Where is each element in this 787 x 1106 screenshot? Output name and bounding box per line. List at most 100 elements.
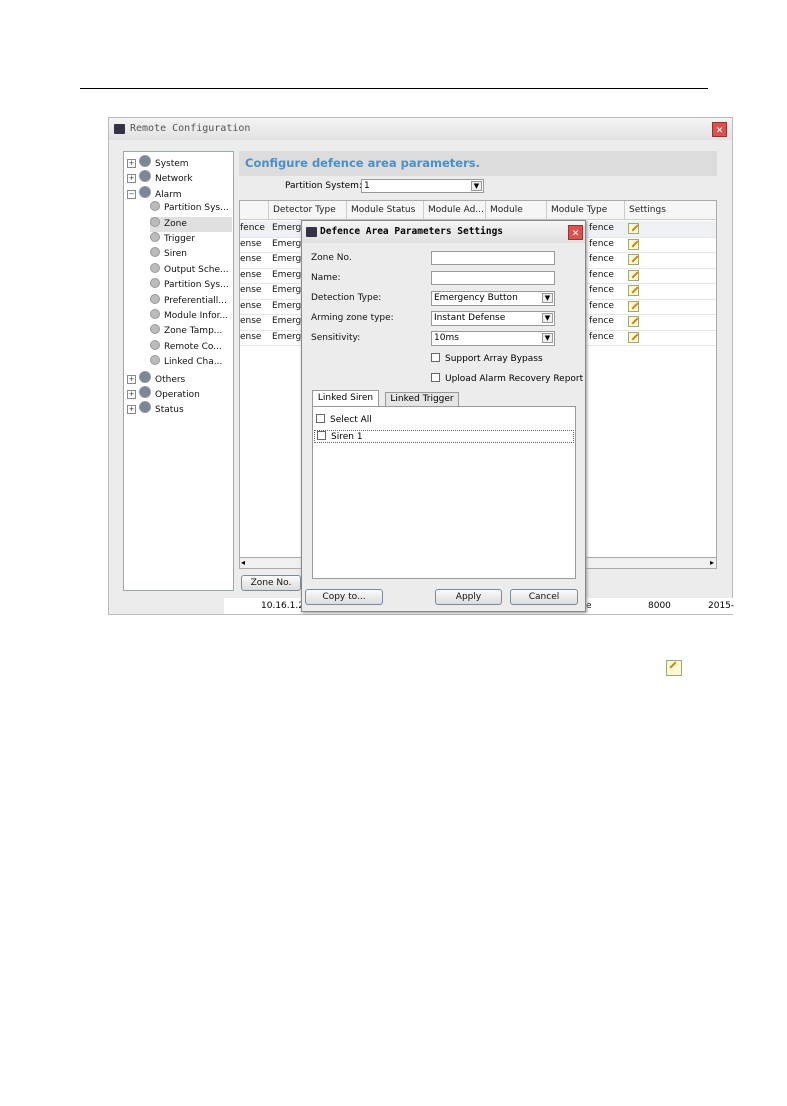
gear-icon	[139, 155, 151, 167]
expander-icon[interactable]: +	[127, 405, 136, 415]
pencil-icon[interactable]	[628, 331, 639, 343]
edit-icon[interactable]	[628, 331, 639, 349]
expander-icon[interactable]: +	[127, 390, 136, 399]
expander-icon[interactable]: +	[127, 374, 136, 384]
tree-item[interactable]: Trigger	[150, 232, 195, 247]
tree-item-label: Preferentiall...	[164, 295, 227, 306]
page-header: Configure defence area parameters.	[239, 151, 717, 176]
list-item[interactable]: Siren 1	[314, 430, 574, 443]
select-all-checkbox[interactable]: Select All	[316, 414, 372, 425]
column-header[interactable]: Detector Type	[269, 201, 347, 220]
detection-type-value: Emergency Button	[434, 293, 518, 303]
pencil-icon[interactable]	[628, 254, 639, 265]
zone-no-button[interactable]: Zone No.	[241, 575, 301, 591]
name-input[interactable]	[431, 271, 555, 285]
pencil-icon[interactable]	[628, 316, 639, 327]
column-header[interactable]: Module Ch...	[486, 201, 547, 234]
chevron-down-icon[interactable]: ▼	[542, 313, 553, 323]
status-port: 8000	[648, 601, 671, 611]
chevron-down-icon[interactable]: ▼	[542, 293, 553, 303]
bypass-label: Support Array Bypass	[445, 354, 543, 364]
tree-item[interactable]: Zone Tamp...	[150, 324, 222, 339]
tree-item-label: Module Infor...	[164, 311, 229, 321]
dialog-close-button[interactable]: ✕	[568, 225, 583, 240]
tab-linked-trigger[interactable]: Linked Trigger	[385, 392, 459, 406]
pencil-icon[interactable]	[628, 238, 639, 250]
partition-select[interactable]: 1 ▼	[361, 179, 484, 193]
sensitivity-value: 10ms	[434, 333, 459, 343]
chevron-down-icon[interactable]: ▼	[471, 181, 482, 191]
column-header[interactable]: Module Ad...	[424, 201, 486, 220]
tree-item[interactable]: Zone	[150, 216, 232, 232]
cell: fence	[589, 223, 614, 233]
tree-item-label: Network	[155, 174, 193, 185]
apply-button[interactable]: Apply	[435, 589, 502, 605]
expander-icon[interactable]: −	[127, 189, 136, 199]
copy-to-button[interactable]: Copy to...	[305, 589, 383, 605]
tree-item[interactable]: + Operation	[127, 386, 200, 401]
tree-item[interactable]: Preferentiall...	[150, 293, 227, 309]
tree-item[interactable]: − Alarm	[127, 185, 181, 201]
tree-item[interactable]: + Status	[127, 401, 184, 416]
column-header[interactable]: Settings	[625, 201, 716, 220]
tree-item-label: Operation	[155, 390, 200, 400]
gear-icon	[150, 216, 160, 227]
sensitivity-select[interactable]: 10ms ▼	[431, 331, 555, 346]
pencil-icon[interactable]	[628, 269, 639, 281]
chevron-down-icon[interactable]: ▼	[542, 333, 553, 343]
gear-icon	[150, 355, 160, 366]
tab-linked-siren[interactable]: Linked Siren	[312, 390, 379, 407]
arming-zone-type-label: Arming zone type:	[311, 313, 394, 323]
pencil-icon[interactable]	[628, 300, 639, 312]
scroll-right-icon[interactable]: ▸	[710, 558, 714, 567]
tree-item-label: Output Sche...	[164, 264, 229, 275]
checkbox-icon[interactable]	[317, 431, 326, 440]
tree-item[interactable]: + Network	[127, 170, 193, 185]
cell: ense	[240, 285, 262, 295]
tree-item[interactable]: Partition Sys...	[150, 201, 229, 216]
checkbox-icon[interactable]	[431, 353, 440, 362]
partition-value: 1	[364, 181, 370, 191]
support-array-bypass-checkbox[interactable]: Support Array Bypass	[431, 353, 543, 364]
dialog-title: Defence Area Parameters Settings	[320, 226, 504, 237]
gear-icon	[150, 201, 160, 212]
window-close-button[interactable]: ✕	[712, 122, 727, 137]
tree-item[interactable]: Remote Co...	[150, 339, 222, 355]
scroll-left-icon[interactable]: ◂	[241, 558, 245, 567]
tree-item-label: Partition Sys...	[164, 203, 229, 214]
column-header[interactable]: Module Type	[547, 201, 625, 220]
tree-item[interactable]: Partition Sys...	[150, 278, 229, 293]
tree-item[interactable]: + Others	[127, 370, 185, 386]
checkbox-icon[interactable]	[431, 373, 440, 382]
zone-no-input[interactable]	[431, 251, 555, 265]
column-header[interactable]: Module Status	[347, 201, 424, 220]
upload-recovery-checkbox[interactable]: Upload Alarm Recovery Report	[431, 373, 583, 384]
app-icon	[306, 227, 317, 237]
status-ip: 10.16.1.2	[261, 601, 304, 611]
config-tree[interactable]: + System + Network − Alarm Partition Sys... Zon…	[123, 151, 234, 591]
cell: Emerg	[272, 238, 302, 249]
cell: Emerg	[272, 254, 302, 264]
expander-icon[interactable]: +	[127, 174, 136, 184]
tree-item[interactable]: Module Infor...	[150, 309, 228, 324]
expander-icon[interactable]: +	[127, 159, 136, 168]
tree-item[interactable]: Siren	[150, 247, 187, 262]
tree-item[interactable]: Output Sche...	[150, 262, 229, 278]
arming-zone-type-select[interactable]: Instant Defense ▼	[431, 311, 555, 326]
arming-zone-type-value: Instant Defense	[434, 313, 506, 323]
siren-label: Siren 1	[331, 432, 363, 442]
pencil-icon[interactable]	[628, 223, 639, 234]
column-header[interactable]	[240, 201, 269, 220]
cell: ense	[240, 238, 262, 249]
cell: fence	[589, 285, 614, 295]
status-cell: e	[586, 601, 592, 611]
cell: fence	[589, 300, 614, 311]
cell: fence	[589, 254, 614, 264]
pencil-icon[interactable]	[628, 285, 639, 296]
cancel-button[interactable]: Cancel	[510, 589, 578, 605]
defence-area-settings-dialog: Defence Area Parameters Settings ✕ Zone …	[301, 220, 586, 612]
checkbox-icon[interactable]	[316, 414, 325, 423]
detection-type-select[interactable]: Emergency Button ▼	[431, 291, 555, 306]
tree-item[interactable]: + System	[127, 155, 189, 170]
tree-item[interactable]: Linked Cha...	[150, 355, 222, 370]
